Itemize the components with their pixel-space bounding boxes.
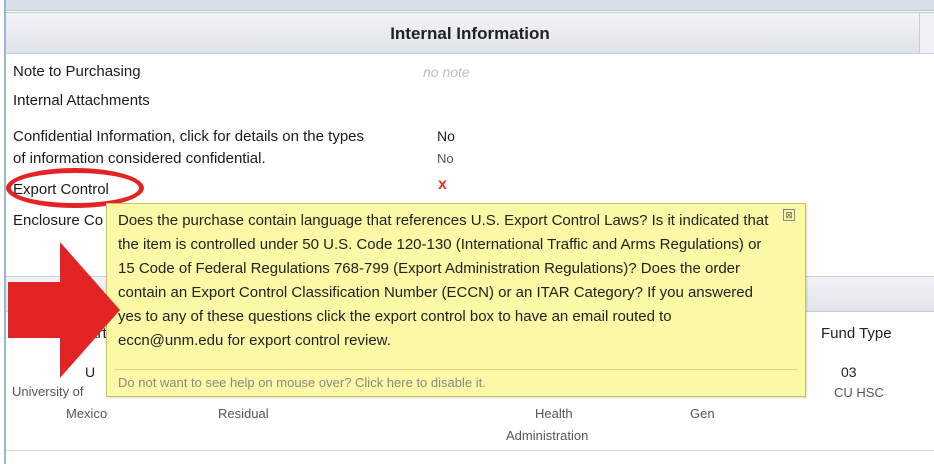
header-corner [919,13,934,53]
row-residual: Residual [218,406,269,421]
row-health: Health [535,406,573,421]
tooltip-divider [115,369,797,370]
annotation-ellipse [6,168,144,208]
note-to-purchasing-label: Note to Purchasing [13,63,141,80]
confidential-value: No [437,128,455,144]
chart-name-line2: Mexico [66,406,108,421]
confidential-value-secondary: No [437,151,454,166]
row-divider [6,450,934,451]
confidential-info-link[interactable]: Confidential Information, click for deta… [13,128,364,145]
export-control-checkbox[interactable]: x [438,176,447,194]
internal-attachments-label: Internal Attachments [13,92,150,109]
row-health-administration: Administration [506,428,589,443]
export-control-help-tooltip: Does the purchase contain language that … [106,203,806,397]
chart-name: University of [12,384,84,399]
disable-help-link[interactable]: Do not want to see help on mouse over? C… [118,375,486,390]
enclosure-code-label: Enclosure Co [13,212,104,229]
annotation-arrow-icon [8,242,120,378]
section-header: Internal Information [6,12,934,54]
tooltip-text: Does the purchase contain language that … [118,212,769,349]
window-left-border [4,0,6,464]
row-gen: Gen [690,406,715,421]
window-top-border [4,0,934,11]
page-title: Internal Information [390,24,550,43]
fund-type-code: 03 [841,364,857,380]
close-icon[interactable]: ⊠ [783,209,795,221]
confidential-info-link-line2[interactable]: of information considered confidential. [13,150,266,167]
column-header-fund-type: Fund Type [821,325,892,342]
fund-type-name: CU HSC [834,385,884,400]
note-to-purchasing-value: no note [423,64,470,80]
